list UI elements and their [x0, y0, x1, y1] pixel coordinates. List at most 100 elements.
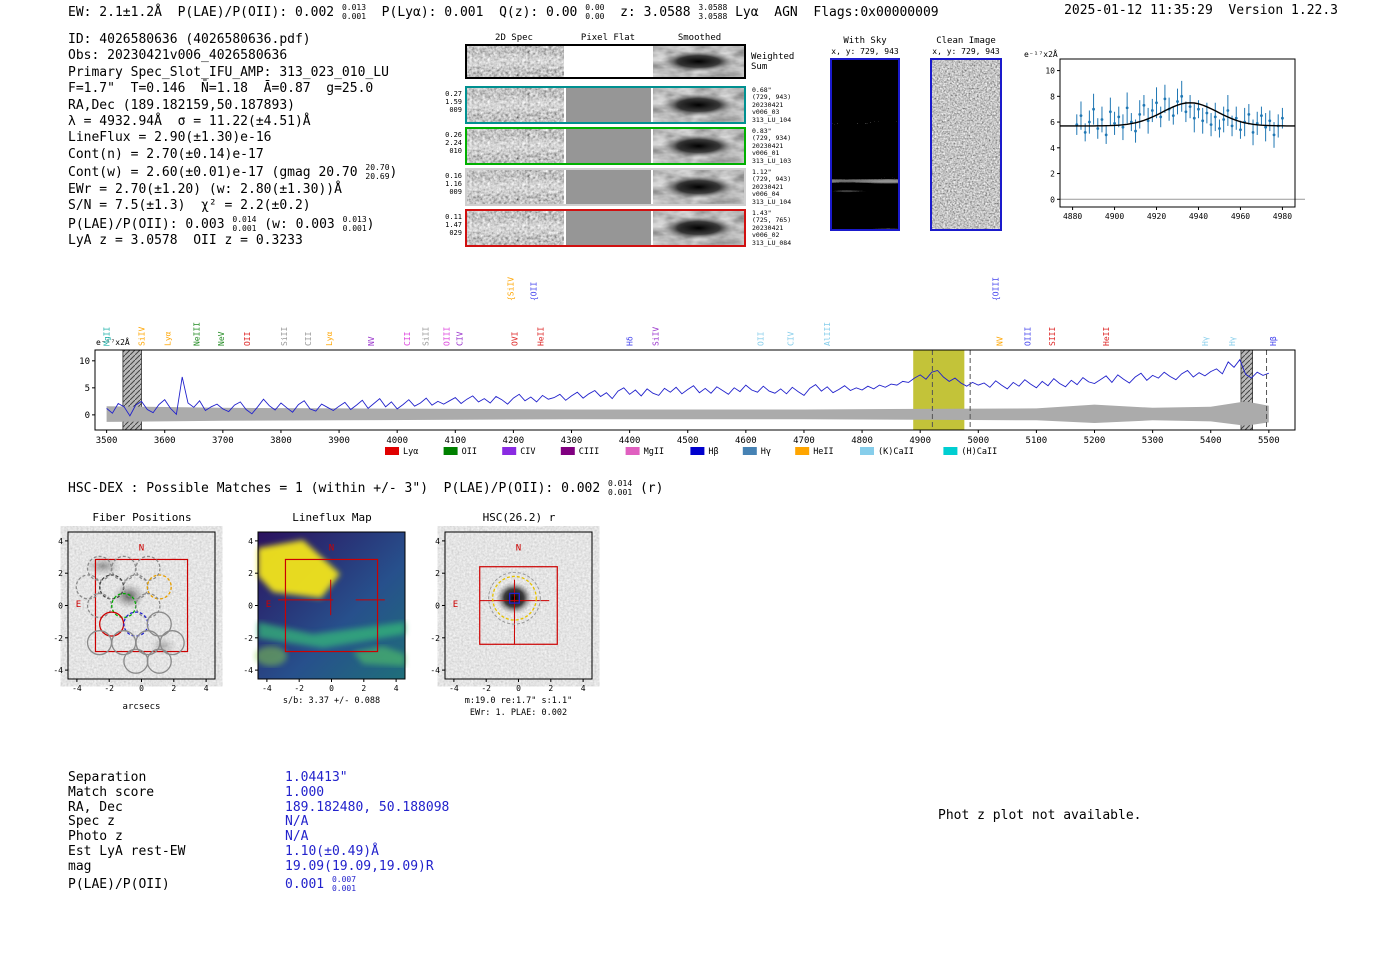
svg-text:4: 4 [58, 537, 63, 546]
lineflux-map-plot: -4 -4 -2 -2 0 0 2 2 4 4 N Es/b: 3.37 +/- 0.088 [243, 531, 406, 706]
column-title-2d-spec: 2D Spec [495, 33, 533, 43]
svg-text:SiII: SiII [422, 327, 431, 346]
svg-text:OIII: OIII [443, 327, 452, 346]
svg-text:4800: 4800 [851, 436, 873, 446]
svg-text:Hδ: Hδ [626, 336, 635, 346]
svg-text:MgII: MgII [644, 447, 664, 457]
svg-text:4500: 4500 [677, 436, 699, 446]
cutout-annotations: 0.68" (729, 943) 20230421 v006_03 313_LU_104 [752, 86, 792, 124]
svg-text:{OIII: {OIII [992, 277, 1001, 301]
svg-text:Hγ: Hγ [1201, 336, 1210, 346]
svg-text:SiIV: SiIV [137, 327, 146, 346]
svg-text:CIV: CIV [520, 447, 535, 457]
svg-text:Hγ: Hγ [761, 447, 771, 457]
svg-text:4900: 4900 [909, 436, 931, 446]
svg-text:4980: 4980 [1273, 212, 1292, 221]
info-line: Cont(w) = 2.60(±0.01)e-17 (gmag 20.70 20… [68, 163, 398, 182]
svg-text:0: 0 [139, 684, 144, 693]
svg-text:5: 5 [85, 384, 90, 394]
svg-text:NV: NV [367, 336, 376, 346]
svg-text:(H)CaII: (H)CaII [961, 447, 997, 457]
svg-text:N: N [329, 544, 334, 554]
with-sky-image [830, 58, 900, 231]
svg-text:3900: 3900 [328, 436, 350, 446]
svg-text:E: E [453, 600, 458, 610]
svg-text:4: 4 [581, 684, 586, 693]
cutout-panel-flat [566, 129, 651, 163]
svg-text:NV: NV [996, 336, 1005, 346]
photz-note: Phot z plot not available. [938, 808, 1142, 823]
svg-text:4700: 4700 [793, 436, 815, 446]
svg-text:10: 10 [1045, 67, 1055, 76]
svg-text:4: 4 [248, 537, 253, 546]
svg-text:s/b: 3.37 +/- 0.088: s/b: 3.37 +/- 0.088 [283, 696, 380, 706]
svg-text:4960: 4960 [1231, 212, 1250, 221]
line-fit-zoom-plot: 0 2 4 6 8 10 4880 4900 4920 4940 4960 4980 e⁻¹⁷x2Å [1024, 48, 1305, 221]
svg-text:EWr: 1. PLAE: 0.002: EWr: 1. PLAE: 0.002 [470, 708, 567, 718]
svg-text:Hβ: Hβ [1269, 336, 1278, 346]
cutout-panel-2d [467, 88, 564, 122]
match-table-row: Spec z N/A [68, 814, 309, 830]
cutout-annotations: 1.43" (725, 765) 20230421 v006_02 313_LU_084 [752, 209, 792, 247]
match-table-row: Match score 1.000 [68, 784, 325, 800]
svg-text:2: 2 [171, 684, 176, 693]
info-line: Primary Spec_Slot_IFU_AMP: 313_023_010_L… [68, 64, 389, 80]
svg-text:2: 2 [58, 569, 63, 578]
svg-text:SiII: SiII [280, 327, 289, 346]
svg-text:0: 0 [248, 602, 253, 611]
svg-text:4: 4 [394, 684, 399, 693]
svg-text:4: 4 [204, 684, 209, 693]
svg-text:HeII: HeII [537, 327, 546, 346]
svg-text:3700: 3700 [212, 436, 234, 446]
fiber-positions-title: Fiber Positions [92, 511, 192, 524]
cutout-panel-flat [566, 170, 651, 204]
with-sky-coords: x, y: 729, 943 [831, 47, 899, 56]
svg-text:0: 0 [58, 602, 63, 611]
svg-text:4920: 4920 [1147, 212, 1166, 221]
svg-text:0: 0 [435, 602, 440, 611]
svg-text:5300: 5300 [1142, 436, 1164, 446]
cutout-annotations: 1.12" (729, 943) 20230421 v006_04 313_LU_104 [752, 168, 792, 206]
svg-text:2: 2 [435, 569, 440, 578]
svg-text:{SiIV: {SiIV [506, 277, 515, 301]
cutout-ylabels: 0.26 2.24 010 [445, 131, 462, 156]
svg-text:E: E [76, 600, 81, 610]
svg-text:HeII: HeII [1102, 327, 1111, 346]
svg-text:SiIV: SiIV [652, 327, 661, 346]
hsc-cutout-plot: -4 -4 -2 -2 0 0 2 2 4 4 N Em:19.0 re:1.7" s:1.1" EWr… [430, 531, 593, 718]
header-summary: EW: 2.1±1.2Å P(LAE)/P(OII): 0.002 0.013 0… [68, 3, 939, 22]
svg-text:Hγ: Hγ [1228, 336, 1237, 346]
svg-text:-4: -4 [53, 666, 63, 675]
svg-text:5500: 5500 [1258, 436, 1280, 446]
svg-text:arcsecs: arcsecs [123, 702, 161, 712]
lineflux-map-title: Lineflux Map [292, 511, 372, 524]
svg-text:3600: 3600 [154, 436, 176, 446]
info-line: EWr = 2.70(±1.20) (w: 2.80(±1.30))Å [68, 181, 342, 197]
cutout-annotations: 0.83" (729, 934) 20230421 v006_01 313_LU_103 [752, 127, 792, 165]
svg-text:-2: -2 [430, 634, 440, 643]
cutout-panel-smooth [653, 129, 744, 163]
detection-info-block: ID: 4026580636 (4026580636.pdf) Obs: 2023… [68, 32, 397, 250]
cutout-row [465, 168, 746, 206]
svg-text:CIV: CIV [787, 331, 796, 346]
info-line: λ = 4932.94Å σ = 11.22(±4.51)Å [68, 114, 311, 130]
cutout-row [465, 209, 746, 247]
svg-text:N: N [139, 544, 144, 554]
cutout-ylabels: 0.16 1.16 009 [445, 172, 462, 197]
svg-text:OII: OII [243, 331, 252, 346]
svg-text:10: 10 [79, 357, 90, 367]
svg-text:Lyα: Lyα [164, 331, 173, 346]
clean-image [930, 58, 1002, 231]
svg-text:OII: OII [756, 331, 765, 346]
svg-text:0: 0 [516, 684, 521, 693]
svg-text:6: 6 [1050, 118, 1055, 127]
info-line: LyA z = 3.0578 OII z = 0.3233 [68, 233, 303, 249]
svg-text:-2: -2 [481, 684, 491, 693]
info-line: F=1.7" T=0.146 N̄=1.18 Ā=0.87 g=25.0 [68, 81, 374, 97]
svg-text:5100: 5100 [1026, 436, 1048, 446]
fiber-positions-plot: -4 -4 -2 -2 0 0 2 2 4 4 N Earcsecs [53, 531, 216, 712]
svg-text:CII: CII [403, 331, 412, 346]
svg-text:Hβ: Hβ [708, 447, 718, 457]
svg-text:4100: 4100 [444, 436, 466, 446]
cutout-panel-2d [467, 46, 564, 77]
